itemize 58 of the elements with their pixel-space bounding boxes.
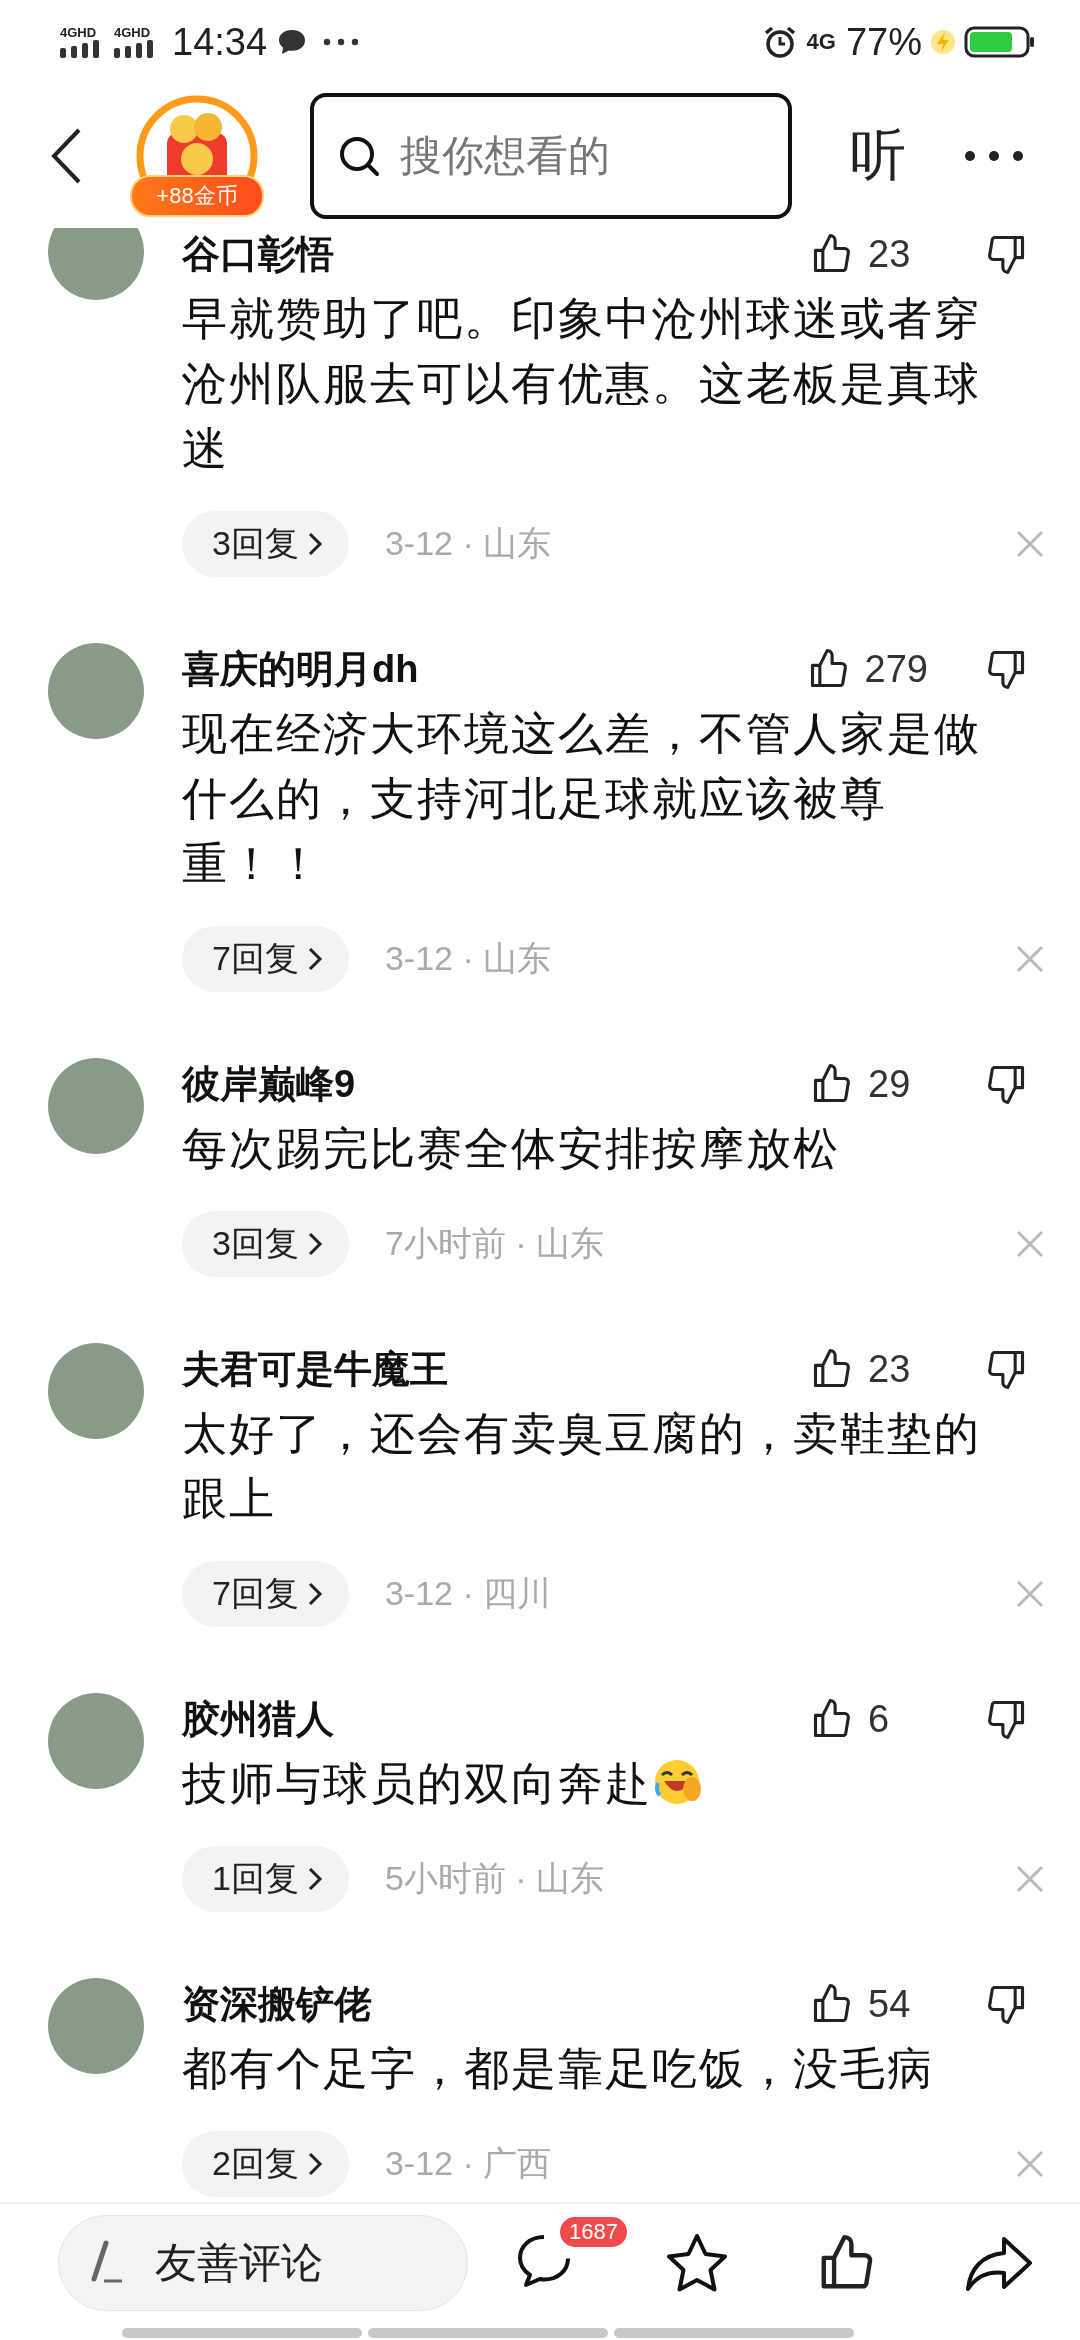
- comment-count-badge: 1687: [560, 2217, 627, 2247]
- signal-label: 4GHD: [114, 26, 151, 40]
- signal-icon: [60, 40, 100, 58]
- chevron-icon: [306, 2151, 323, 2177]
- comment-meta: 3-12 · 四川: [384, 1573, 553, 1614]
- chevron-icon: [306, 946, 323, 972]
- search-field[interactable]: 搜你想看的: [310, 93, 792, 219]
- comment-meta: 7小时前 · 山东: [384, 1223, 606, 1264]
- like-count: 279: [864, 647, 928, 691]
- comment-text: 太好了，还会有卖臭豆腐的，卖鞋垫的跟上: [182, 1407, 982, 1526]
- chevron-icon: [306, 531, 323, 557]
- comment-input[interactable]: 友善评论: [58, 2215, 468, 2311]
- clock-time: 14:34: [172, 20, 268, 64]
- comment-text: 早就赞助了吧。印象中沧州球迷或者穿沧州队服去可以有优惠。这老板是真球迷: [182, 292, 982, 476]
- like-count: 54: [868, 1982, 911, 2026]
- like-count: 23: [868, 232, 911, 276]
- replies-button[interactable]: 3回复: [182, 1211, 349, 1277]
- star-icon[interactable]: [664, 2232, 730, 2294]
- user-name[interactable]: 彼岸巅峰9: [182, 1058, 810, 1110]
- like-count: 29: [868, 1062, 911, 1106]
- battery-percent: 77%: [845, 20, 922, 64]
- comment-meta: 3-12 · 山东: [384, 938, 553, 979]
- laughing-emoji-icon: [652, 1757, 702, 1807]
- user-name[interactable]: 喜庆的明月dh: [182, 643, 807, 695]
- signal-label: 4GHD: [60, 26, 97, 40]
- user-name[interactable]: 资深搬铲佬: [182, 1978, 810, 2030]
- chevron-icon: [306, 1581, 323, 1607]
- battery-icon: [964, 26, 1036, 58]
- comment-meta: 5小时前 · 山东: [384, 1858, 606, 1899]
- comment-text: 技师与球员的双向奔赴: [182, 1751, 1012, 1816]
- comment-meta: 3-12 · 山东: [384, 523, 553, 564]
- message-icon: [277, 28, 308, 56]
- search-icon: [338, 135, 380, 177]
- comment-meta: 3-12 · 广西: [384, 2143, 553, 2184]
- replies-button[interactable]: 7回复: [182, 1561, 349, 1627]
- listen-button[interactable]: 听: [850, 118, 906, 194]
- avatar-photo[interactable]: [48, 228, 144, 300]
- signal-icon: [114, 40, 154, 58]
- alarm-icon: [762, 25, 797, 59]
- chevron-icon: [306, 1231, 323, 1257]
- chevron-icon: [306, 1866, 323, 1892]
- more-icon: [323, 38, 360, 46]
- comment-text: 都有个足字，都是靠足吃饭，没毛病: [182, 2042, 935, 2096]
- user-name[interactable]: 胶州猎人: [182, 1693, 810, 1745]
- charging-icon: [930, 29, 956, 55]
- more-icon[interactable]: [964, 150, 1024, 162]
- replies-button[interactable]: 3回复: [182, 511, 349, 577]
- replies-button[interactable]: 7回复: [182, 926, 349, 992]
- replies-button[interactable]: 2回复: [182, 2131, 349, 2197]
- comment-text: 现在经济大环境这么差，不管人家是做什么的，支持河北足球就应该被尊重！！: [182, 707, 982, 891]
- like-count: 23: [868, 1347, 911, 1391]
- like-count: 6: [868, 1697, 890, 1741]
- comment-text: 每次踢完比赛全体安排按摩放松: [182, 1122, 841, 1176]
- replies-button[interactable]: 1回复: [182, 1846, 349, 1912]
- user-name[interactable]: 夫君可是牛魔王: [182, 1343, 810, 1395]
- user-name[interactable]: 谷口彰悟: [182, 228, 810, 280]
- back-icon[interactable]: [50, 127, 82, 185]
- network-label: 4G: [806, 29, 836, 55]
